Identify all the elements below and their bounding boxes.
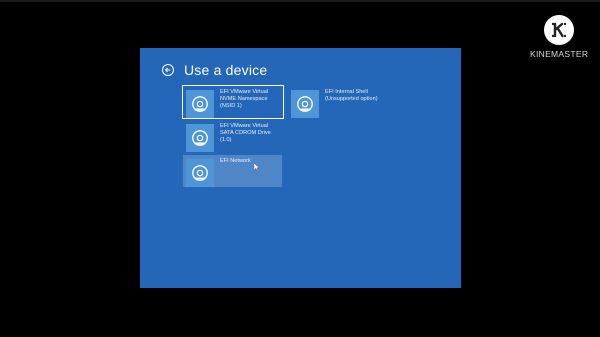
device-tile-sata-cdrom[interactable]: EFI VMware Virtual SATA CDROM Drive (1.0…	[183, 120, 283, 152]
page-title: Use a device	[184, 62, 268, 78]
page-header: Use a device	[162, 62, 267, 78]
device-label: EFI Internal Shell (Unsupported option)	[325, 89, 378, 102]
device-tile-internal-shell[interactable]: EFI Internal Shell (Unsupported option)	[288, 86, 388, 118]
device-tile-network[interactable]: EFI Network	[183, 155, 282, 187]
watermark-text: KINEMASTER	[530, 49, 589, 59]
disc-icon	[291, 90, 319, 118]
disc-icon	[186, 124, 214, 152]
mouse-cursor-icon	[254, 163, 260, 171]
kinemaster-watermark: KINEMASTER	[530, 15, 588, 59]
top-border	[0, 0, 600, 2]
device-label: EFI Network	[220, 158, 251, 164]
device-label: EFI VMware Virtual SATA CDROM Drive (1.0…	[220, 123, 271, 143]
disc-icon	[186, 159, 214, 187]
boot-menu-screen: Use a device EFI VMware Virtual NVME Nam…	[140, 48, 461, 288]
device-tile-nvme[interactable]: EFI VMware Virtual NVME Namespace (NSID …	[182, 85, 284, 119]
disc-icon	[186, 90, 214, 118]
back-arrow-icon[interactable]	[162, 64, 174, 76]
kinemaster-logo-icon	[544, 15, 575, 45]
device-label: EFI VMware Virtual NVME Namespace (NSID …	[220, 89, 269, 109]
